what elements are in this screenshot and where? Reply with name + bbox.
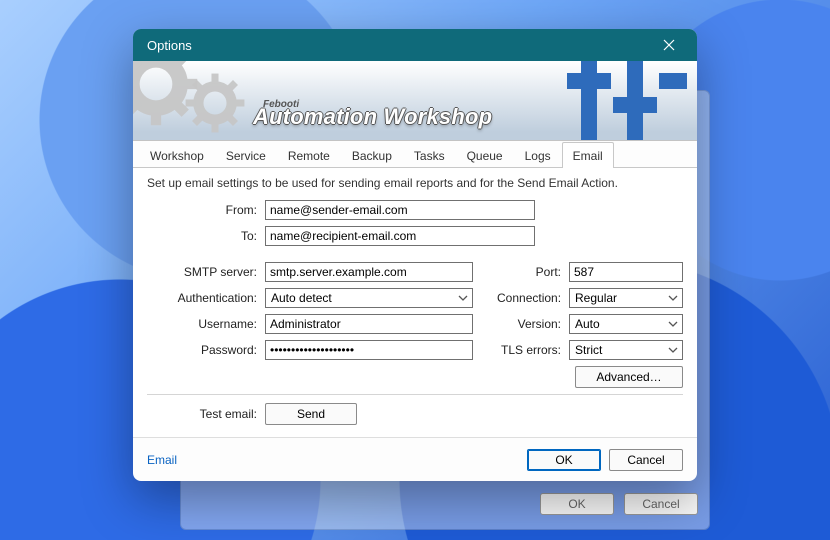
send-button[interactable]: Send bbox=[265, 403, 357, 425]
from-input[interactable] bbox=[265, 200, 535, 220]
chevron-down-icon bbox=[668, 293, 678, 303]
chevron-down-icon bbox=[458, 293, 468, 303]
tabs: Workshop Service Remote Backup Tasks Que… bbox=[133, 141, 697, 168]
testemail-label: Test email: bbox=[147, 407, 265, 421]
banner: Febooti Automation Workshop bbox=[133, 61, 697, 141]
cancel-button[interactable]: Cancel bbox=[609, 449, 683, 471]
username-input[interactable] bbox=[265, 314, 473, 334]
username-label: Username: bbox=[147, 317, 265, 331]
to-label: To: bbox=[147, 229, 265, 243]
brand-mark-icon bbox=[567, 61, 687, 141]
gear-icon bbox=[183, 71, 247, 135]
options-dialog: Options Febooti Automation Workshop bbox=[133, 29, 697, 481]
dialog-footer: Email OK Cancel bbox=[133, 437, 697, 481]
background-cancel-button: Cancel bbox=[624, 493, 698, 515]
tlserrors-label: TLS errors: bbox=[497, 343, 569, 357]
tlserrors-select-value: Strict bbox=[575, 343, 602, 357]
from-label: From: bbox=[147, 203, 265, 217]
tab-remote[interactable]: Remote bbox=[277, 142, 341, 168]
tab-email[interactable]: Email bbox=[562, 142, 614, 168]
brand-title: Automation Workshop bbox=[253, 104, 492, 130]
smtp-label: SMTP server: bbox=[147, 265, 265, 279]
window-title: Options bbox=[147, 38, 651, 53]
ok-button[interactable]: OK bbox=[527, 449, 601, 471]
connection-select[interactable]: Regular bbox=[569, 288, 683, 308]
tlserrors-select[interactable]: Strict bbox=[569, 340, 683, 360]
version-label: Version: bbox=[497, 317, 569, 331]
separator bbox=[147, 394, 683, 395]
tab-logs[interactable]: Logs bbox=[514, 142, 562, 168]
description-text: Set up email settings to be used for sen… bbox=[147, 176, 683, 190]
password-input[interactable] bbox=[265, 340, 473, 360]
background-ok-button: OK bbox=[540, 493, 614, 515]
titlebar: Options bbox=[133, 29, 697, 61]
chevron-down-icon bbox=[668, 345, 678, 355]
password-label: Password: bbox=[147, 343, 265, 357]
to-input[interactable] bbox=[265, 226, 535, 246]
chevron-down-icon bbox=[668, 319, 678, 329]
auth-select[interactable]: Auto detect bbox=[265, 288, 473, 308]
close-icon bbox=[663, 39, 675, 51]
connection-select-value: Regular bbox=[575, 291, 617, 305]
port-input[interactable] bbox=[569, 262, 683, 282]
port-label: Port: bbox=[497, 265, 569, 279]
connection-label: Connection: bbox=[497, 291, 569, 305]
tab-workshop[interactable]: Workshop bbox=[139, 142, 215, 168]
auth-label: Authentication: bbox=[147, 291, 265, 305]
advanced-button[interactable]: Advanced… bbox=[575, 366, 683, 388]
tab-backup[interactable]: Backup bbox=[341, 142, 403, 168]
smtp-input[interactable] bbox=[265, 262, 473, 282]
desktop-background: OK Cancel Options Febooti Automation bbox=[0, 0, 830, 540]
close-button[interactable] bbox=[651, 29, 687, 61]
auth-select-value: Auto detect bbox=[271, 291, 332, 305]
tab-body: Set up email settings to be used for sen… bbox=[133, 168, 697, 437]
tab-tasks[interactable]: Tasks bbox=[403, 142, 456, 168]
version-select[interactable]: Auto bbox=[569, 314, 683, 334]
tab-service[interactable]: Service bbox=[215, 142, 277, 168]
help-link[interactable]: Email bbox=[147, 453, 177, 467]
version-select-value: Auto bbox=[575, 317, 600, 331]
tab-queue[interactable]: Queue bbox=[456, 142, 514, 168]
